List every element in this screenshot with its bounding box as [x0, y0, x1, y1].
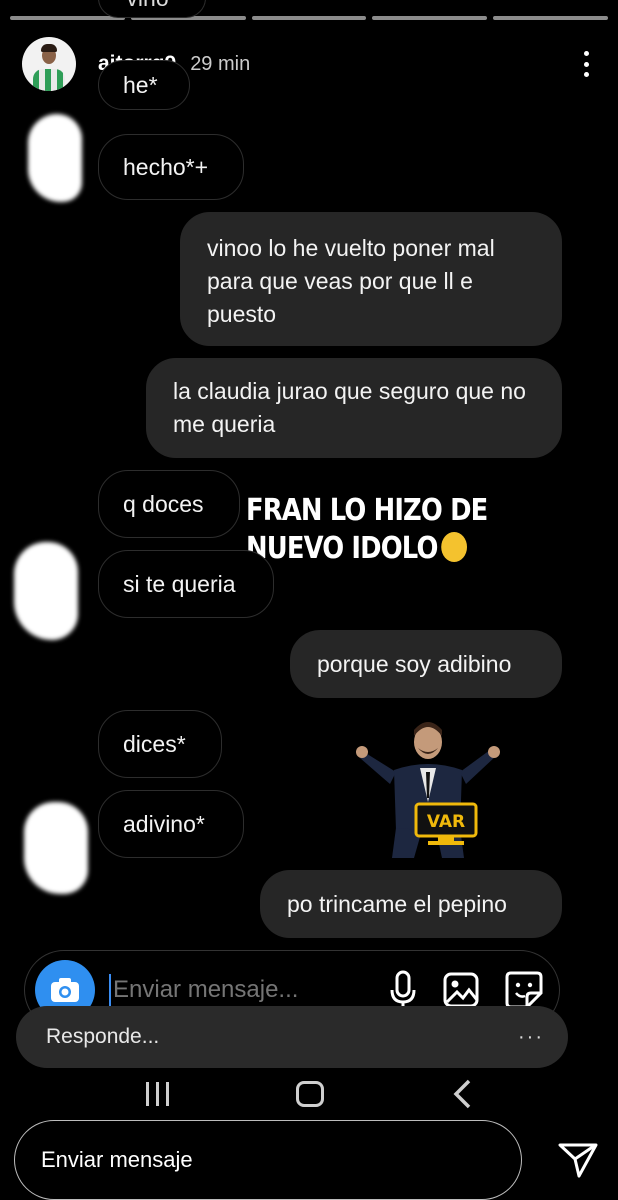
send-icon[interactable]	[558, 1142, 598, 1178]
message-bubble-in: si te queria	[98, 550, 274, 618]
message-text: si te queria	[123, 570, 236, 597]
more-options-icon[interactable]	[574, 49, 598, 79]
message-input[interactable]	[113, 976, 313, 1004]
message-bubble-out: vinoo lo he vuelto poner mal para que ve…	[180, 212, 562, 346]
message-bubble-in: adivino*	[98, 790, 244, 858]
message-text: po trincame el pepino	[287, 890, 507, 917]
message-bubble-in: q doces	[98, 470, 240, 538]
more-options-icon[interactable]: ···	[518, 1026, 544, 1049]
story-progress	[10, 16, 608, 20]
message-bubble-in: vino*	[98, 0, 206, 18]
user-avatar[interactable]	[22, 37, 76, 91]
recents-icon[interactable]	[145, 1082, 169, 1106]
message-text: vinoo lo he vuelto poner mal para que ve…	[207, 234, 495, 327]
progress-segment	[10, 16, 125, 20]
gallery-icon[interactable]	[443, 972, 479, 1008]
message-text: q doces	[123, 490, 204, 517]
reply-overlay-label: Responde...	[46, 1025, 160, 1048]
message-bubble-in: hecho*+	[98, 134, 244, 200]
message-text: la claudia jurao que seguro que no me qu…	[173, 378, 526, 437]
blurred-avatar	[24, 802, 88, 894]
var-sticker: VAR	[356, 722, 500, 858]
message-text: porque soy adibino	[317, 650, 512, 677]
message-bubble-out: po trincame el pepino	[260, 870, 562, 938]
blurred-avatar	[14, 542, 78, 640]
text-cursor	[109, 974, 111, 1006]
message-bubble-in: dices*	[98, 710, 222, 778]
story-caption: FRAN LO HIZO DE NUEVO IDOLO	[246, 492, 538, 568]
blurred-avatar	[28, 114, 82, 202]
message-text: dices*	[123, 730, 186, 757]
message-text: he*	[123, 71, 158, 98]
message-text: vino*	[126, 0, 177, 15]
message-bubble-in: he*	[98, 60, 190, 110]
message-text: adivino*	[123, 810, 205, 837]
progress-segment	[493, 16, 608, 20]
back-icon[interactable]	[451, 1078, 473, 1110]
message-bubble-out: porque soy adibino	[290, 630, 562, 698]
home-icon[interactable]	[295, 1081, 324, 1107]
message-text: hecho*+	[123, 153, 209, 180]
android-navbar	[0, 1074, 618, 1114]
reply-bar[interactable]: Enviar mensaje	[14, 1120, 522, 1200]
progress-segment	[372, 16, 488, 20]
microphone-icon[interactable]	[389, 970, 417, 1010]
sticker-label: VAR	[427, 812, 465, 832]
laughing-emoji-icon	[440, 532, 467, 562]
reply-input-placeholder: Enviar mensaje	[41, 1147, 193, 1172]
post-time: 29 min	[190, 52, 251, 75]
sticker-icon[interactable]	[505, 971, 543, 1009]
message-bubble-out: la claudia jurao que seguro que no me qu…	[146, 358, 562, 458]
progress-segment	[251, 16, 367, 20]
reply-overlay[interactable]: Responde... ···	[16, 1006, 568, 1068]
